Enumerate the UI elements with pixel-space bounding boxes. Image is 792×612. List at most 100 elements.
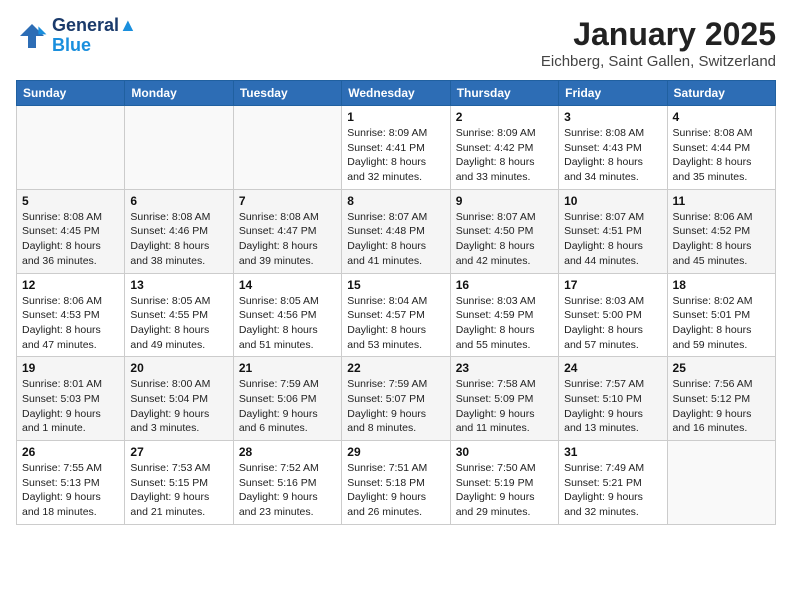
day-cell: 20 Sunrise: 8:00 AMSunset: 5:04 PMDayligh… <box>125 357 233 441</box>
day-info: Sunrise: 8:08 AMSunset: 4:47 PMDaylight:… <box>239 210 336 269</box>
day-cell: 16 Sunrise: 8:03 AMSunset: 4:59 PMDayligh… <box>450 273 558 357</box>
day-info: Sunrise: 8:01 AMSunset: 5:03 PMDaylight:… <box>22 377 119 436</box>
day-cell: 19 Sunrise: 8:01 AMSunset: 5:03 PMDayligh… <box>17 357 125 441</box>
day-cell <box>125 106 233 190</box>
day-cell: 17 Sunrise: 8:03 AMSunset: 5:00 PMDayligh… <box>559 273 667 357</box>
day-info: Sunrise: 8:05 AMSunset: 4:56 PMDaylight:… <box>239 294 336 353</box>
day-number: 27 <box>130 445 227 459</box>
day-cell: 5 Sunrise: 8:08 AMSunset: 4:45 PMDaylight… <box>17 189 125 273</box>
day-info: Sunrise: 7:49 AMSunset: 5:21 PMDaylight:… <box>564 461 661 520</box>
day-cell: 25 Sunrise: 7:56 AMSunset: 5:12 PMDayligh… <box>667 357 775 441</box>
day-info: Sunrise: 8:05 AMSunset: 4:55 PMDaylight:… <box>130 294 227 353</box>
day-number: 13 <box>130 278 227 292</box>
day-info: Sunrise: 8:08 AMSunset: 4:46 PMDaylight:… <box>130 210 227 269</box>
day-cell <box>233 106 341 190</box>
day-cell: 24Sunrise: 7:57 AMSunset: 5:10 PMDayligh… <box>559 357 667 441</box>
day-cell: 29 Sunrise: 7:51 AMSunset: 5:18 PMDayligh… <box>342 441 450 525</box>
day-number: 1 <box>347 110 444 124</box>
day-info: Sunrise: 8:08 AMSunset: 4:44 PMDaylight:… <box>673 126 770 185</box>
day-cell: 28 Sunrise: 7:52 AMSunset: 5:16 PMDayligh… <box>233 441 341 525</box>
weekday-monday: Monday <box>125 81 233 106</box>
weekday-friday: Friday <box>559 81 667 106</box>
week-row-3: 12 Sunrise: 8:06 AMSunset: 4:53 PMDayligh… <box>17 273 776 357</box>
day-info: Sunrise: 8:03 AMSunset: 4:59 PMDaylight:… <box>456 294 553 353</box>
day-cell: 12 Sunrise: 8:06 AMSunset: 4:53 PMDayligh… <box>17 273 125 357</box>
day-number: 25 <box>673 361 770 375</box>
week-row-2: 5 Sunrise: 8:08 AMSunset: 4:45 PMDaylight… <box>17 189 776 273</box>
day-number: 18 <box>673 278 770 292</box>
day-number: 12 <box>22 278 119 292</box>
day-info: Sunrise: 7:53 AMSunset: 5:15 PMDaylight:… <box>130 461 227 520</box>
day-number: 17 <box>564 278 661 292</box>
day-cell: 21 Sunrise: 7:59 AMSunset: 5:06 PMDayligh… <box>233 357 341 441</box>
day-cell: 31 Sunrise: 7:49 AMSunset: 5:21 PMDayligh… <box>559 441 667 525</box>
day-number: 11 <box>673 194 770 208</box>
day-info: Sunrise: 8:09 AMSunset: 4:42 PMDaylight:… <box>456 126 553 185</box>
day-number: 9 <box>456 194 553 208</box>
page-header: General▲ Blue January 2025 Eichberg, Sai… <box>16 16 776 70</box>
day-cell: 7Sunrise: 8:08 AMSunset: 4:47 PMDaylight… <box>233 189 341 273</box>
calendar-table: SundayMondayTuesdayWednesdayThursdayFrid… <box>16 80 776 525</box>
day-number: 2 <box>456 110 553 124</box>
calendar-body: 1 Sunrise: 8:09 AMSunset: 4:41 PMDaylight… <box>17 106 776 525</box>
day-cell: 23Sunrise: 7:58 AMSunset: 5:09 PMDayligh… <box>450 357 558 441</box>
day-info: Sunrise: 7:51 AMSunset: 5:18 PMDaylight:… <box>347 461 444 520</box>
weekday-header-row: SundayMondayTuesdayWednesdayThursdayFrid… <box>17 81 776 106</box>
day-cell: 3 Sunrise: 8:08 AMSunset: 4:43 PMDaylight… <box>559 106 667 190</box>
day-cell: 1 Sunrise: 8:09 AMSunset: 4:41 PMDaylight… <box>342 106 450 190</box>
day-info: Sunrise: 8:07 AMSunset: 4:50 PMDaylight:… <box>456 210 553 269</box>
day-number: 15 <box>347 278 444 292</box>
logo: General▲ Blue <box>16 16 137 56</box>
day-info: Sunrise: 8:07 AMSunset: 4:48 PMDaylight:… <box>347 210 444 269</box>
weekday-sunday: Sunday <box>17 81 125 106</box>
day-cell: 6 Sunrise: 8:08 AMSunset: 4:46 PMDaylight… <box>125 189 233 273</box>
day-number: 19 <box>22 361 119 375</box>
day-number: 10 <box>564 194 661 208</box>
day-number: 31 <box>564 445 661 459</box>
day-info: Sunrise: 7:58 AMSunset: 5:09 PMDaylight:… <box>456 377 553 436</box>
day-cell: 18Sunrise: 8:02 AMSunset: 5:01 PMDayligh… <box>667 273 775 357</box>
month-title: January 2025 <box>541 16 776 53</box>
weekday-saturday: Saturday <box>667 81 775 106</box>
day-info: Sunrise: 8:00 AMSunset: 5:04 PMDaylight:… <box>130 377 227 436</box>
day-cell: 14Sunrise: 8:05 AMSunset: 4:56 PMDayligh… <box>233 273 341 357</box>
day-cell: 9 Sunrise: 8:07 AMSunset: 4:50 PMDaylight… <box>450 189 558 273</box>
logo-text: General▲ Blue <box>52 16 137 56</box>
day-number: 6 <box>130 194 227 208</box>
day-number: 26 <box>22 445 119 459</box>
weekday-tuesday: Tuesday <box>233 81 341 106</box>
day-number: 3 <box>564 110 661 124</box>
day-number: 21 <box>239 361 336 375</box>
day-info: Sunrise: 7:56 AMSunset: 5:12 PMDaylight:… <box>673 377 770 436</box>
day-info: Sunrise: 8:06 AMSunset: 4:52 PMDaylight:… <box>673 210 770 269</box>
day-number: 20 <box>130 361 227 375</box>
day-number: 5 <box>22 194 119 208</box>
weekday-wednesday: Wednesday <box>342 81 450 106</box>
day-number: 24 <box>564 361 661 375</box>
day-cell <box>17 106 125 190</box>
day-info: Sunrise: 7:59 AMSunset: 5:06 PMDaylight:… <box>239 377 336 436</box>
location: Eichberg, Saint Gallen, Switzerland <box>541 53 776 70</box>
day-info: Sunrise: 7:59 AMSunset: 5:07 PMDaylight:… <box>347 377 444 436</box>
day-info: Sunrise: 7:52 AMSunset: 5:16 PMDaylight:… <box>239 461 336 520</box>
day-info: Sunrise: 7:55 AMSunset: 5:13 PMDaylight:… <box>22 461 119 520</box>
day-info: Sunrise: 8:09 AMSunset: 4:41 PMDaylight:… <box>347 126 444 185</box>
day-cell: 13 Sunrise: 8:05 AMSunset: 4:55 PMDayligh… <box>125 273 233 357</box>
day-cell: 4Sunrise: 8:08 AMSunset: 4:44 PMDaylight… <box>667 106 775 190</box>
day-cell: 27 Sunrise: 7:53 AMSunset: 5:15 PMDayligh… <box>125 441 233 525</box>
day-cell: 8 Sunrise: 8:07 AMSunset: 4:48 PMDaylight… <box>342 189 450 273</box>
day-info: Sunrise: 8:06 AMSunset: 4:53 PMDaylight:… <box>22 294 119 353</box>
day-cell <box>667 441 775 525</box>
day-info: Sunrise: 8:08 AMSunset: 4:43 PMDaylight:… <box>564 126 661 185</box>
day-number: 29 <box>347 445 444 459</box>
day-number: 16 <box>456 278 553 292</box>
day-number: 8 <box>347 194 444 208</box>
day-cell: 15 Sunrise: 8:04 AMSunset: 4:57 PMDayligh… <box>342 273 450 357</box>
day-number: 28 <box>239 445 336 459</box>
logo-icon <box>16 20 48 52</box>
weekday-thursday: Thursday <box>450 81 558 106</box>
day-info: Sunrise: 8:04 AMSunset: 4:57 PMDaylight:… <box>347 294 444 353</box>
day-info: Sunrise: 8:03 AMSunset: 5:00 PMDaylight:… <box>564 294 661 353</box>
day-info: Sunrise: 8:08 AMSunset: 4:45 PMDaylight:… <box>22 210 119 269</box>
day-info: Sunrise: 7:50 AMSunset: 5:19 PMDaylight:… <box>456 461 553 520</box>
